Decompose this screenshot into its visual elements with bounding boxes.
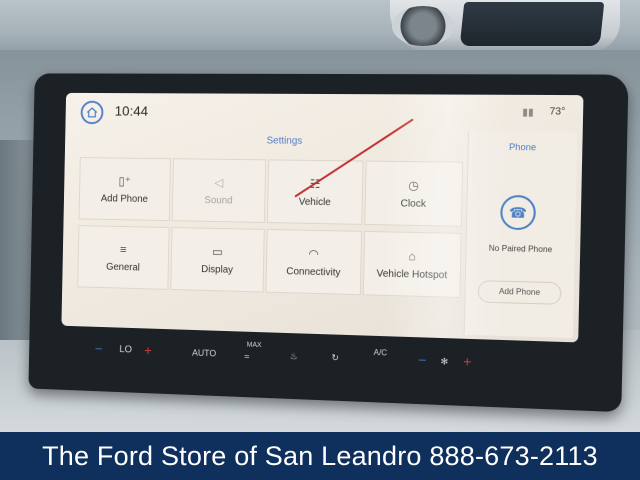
- tile-vehicle-hotspot[interactable]: ⌂ Vehicle Hotspot: [362, 230, 462, 298]
- tile-clock[interactable]: ◷ Clock: [364, 160, 464, 227]
- clock-icon: ◷: [408, 177, 420, 193]
- heated-seat-icon[interactable]: ♨: [290, 351, 298, 362]
- outside-temperature: 73°: [549, 106, 566, 118]
- infotainment-screen: 10:44 ▮▮ 73° Settings ▯⁺ Add Phone ◁ Sou…: [61, 92, 584, 343]
- page-indicator: [258, 322, 289, 336]
- fan-up-button[interactable]: +: [463, 353, 472, 370]
- tile-add-phone[interactable]: ▯⁺ Add Phone: [78, 157, 172, 222]
- hotspot-icon: ⌂: [408, 248, 416, 263]
- signal-icon: ▮▮: [522, 107, 534, 119]
- car-grille: [459, 2, 605, 46]
- display-icon: ▭: [211, 244, 224, 259]
- tile-sound[interactable]: ◁ Sound: [171, 158, 267, 223]
- ac-button[interactable]: A/C: [374, 348, 388, 358]
- recirculation-icon[interactable]: ↻: [331, 352, 339, 363]
- infotainment-bezel: 10:44 ▮▮ 73° Settings ▯⁺ Add Phone ◁ Sou…: [28, 73, 629, 413]
- page-title: Settings: [266, 135, 303, 147]
- phone-panel: Phone ☎ No Paired Phone Add Phone: [463, 131, 578, 339]
- auto-button[interactable]: AUTO: [192, 348, 216, 359]
- fan-icon: ✻: [440, 356, 449, 367]
- speaker-icon: ◁: [214, 175, 224, 190]
- sliders-icon: ≡: [119, 242, 127, 256]
- add-phone-button[interactable]: Add Phone: [477, 280, 562, 305]
- phone-status: No Paired Phone: [488, 243, 553, 255]
- tile-label: Connectivity: [286, 265, 341, 279]
- tile-label: Clock: [400, 197, 427, 210]
- home-button[interactable]: [80, 100, 104, 125]
- fan-level-label: LO: [119, 344, 133, 356]
- max-defrost-label: MAX: [246, 341, 262, 350]
- home-icon: [86, 107, 98, 119]
- climate-control-strip: − LO + AUTO MAX ≈ ♨ ↻ A/C − ✻ +: [85, 334, 563, 389]
- tile-label: General: [105, 261, 140, 273]
- tile-general[interactable]: ≡ General: [77, 225, 170, 290]
- tile-label: Sound: [204, 194, 233, 206]
- tile-label: Vehicle: [298, 196, 331, 208]
- clock-time: 10:44: [114, 102, 149, 119]
- tile-label: Add Phone: [100, 192, 149, 205]
- dealer-banner: The Ford Store of San Leandro 888-673-21…: [0, 432, 640, 480]
- temp-up-button[interactable]: +: [144, 342, 152, 358]
- defrost-icon[interactable]: ≈: [244, 351, 249, 361]
- wifi-icon: ◠: [308, 246, 320, 261]
- car-wheel: [392, 6, 454, 46]
- fan-down-button[interactable]: −: [418, 351, 427, 367]
- tile-vehicle[interactable]: ☷ Vehicle: [266, 159, 364, 225]
- add-phone-icon: ▯⁺: [118, 173, 132, 188]
- phone-icon[interactable]: ☎: [499, 194, 537, 231]
- tile-display[interactable]: ▭ Display: [170, 227, 265, 293]
- tile-label: Display: [201, 263, 234, 276]
- tile-connectivity[interactable]: ◠ Connectivity: [265, 228, 363, 296]
- temp-down-button[interactable]: −: [95, 340, 103, 356]
- tile-label: Vehicle Hotspot: [376, 267, 448, 281]
- phone-panel-title: Phone: [508, 141, 537, 153]
